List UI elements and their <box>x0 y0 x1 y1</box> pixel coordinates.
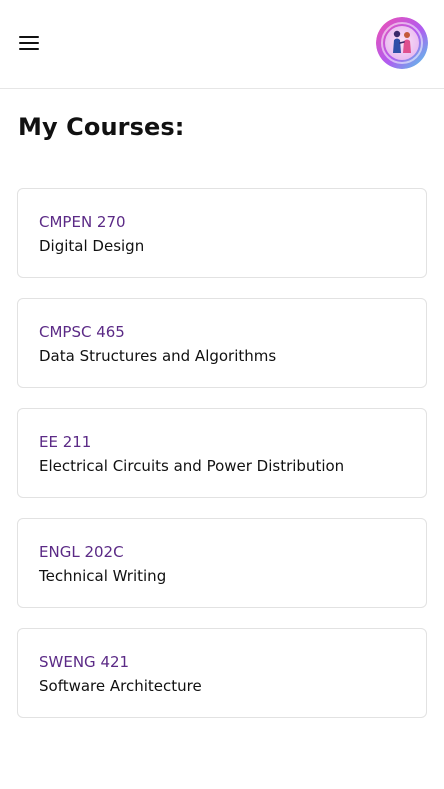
menu-line <box>19 42 39 44</box>
hamburger-menu-icon[interactable] <box>19 36 39 51</box>
course-name: Digital Design <box>39 237 145 255</box>
menu-line <box>19 36 39 38</box>
page-title: My Courses: <box>18 113 185 141</box>
course-name: Data Structures and Algorithms <box>39 347 277 365</box>
course-code: CMPSC 465 <box>39 323 125 341</box>
course-list: CMPEN 270 Digital Design CMPSC 465 Data … <box>17 188 427 738</box>
course-code: ENGL 202C <box>39 543 124 561</box>
user-avatar-icon[interactable] <box>376 17 428 69</box>
course-name: Technical Writing <box>39 567 167 585</box>
course-card[interactable]: CMPEN 270 Digital Design <box>17 188 427 278</box>
course-code: EE 211 <box>39 433 92 451</box>
course-card[interactable]: ENGL 202C Technical Writing <box>17 518 427 608</box>
course-code: SWENG 421 <box>39 653 130 671</box>
course-code: CMPEN 270 <box>39 213 126 231</box>
course-card[interactable]: SWENG 421 Software Architecture <box>17 628 427 718</box>
course-name: Software Architecture <box>39 677 202 695</box>
course-name: Electrical Circuits and Power Distributi… <box>39 457 345 475</box>
course-card[interactable]: CMPSC 465 Data Structures and Algorithms <box>17 298 427 388</box>
course-card[interactable]: EE 211 Electrical Circuits and Power Dis… <box>17 408 427 498</box>
top-bar <box>0 0 444 89</box>
menu-line <box>19 48 39 50</box>
